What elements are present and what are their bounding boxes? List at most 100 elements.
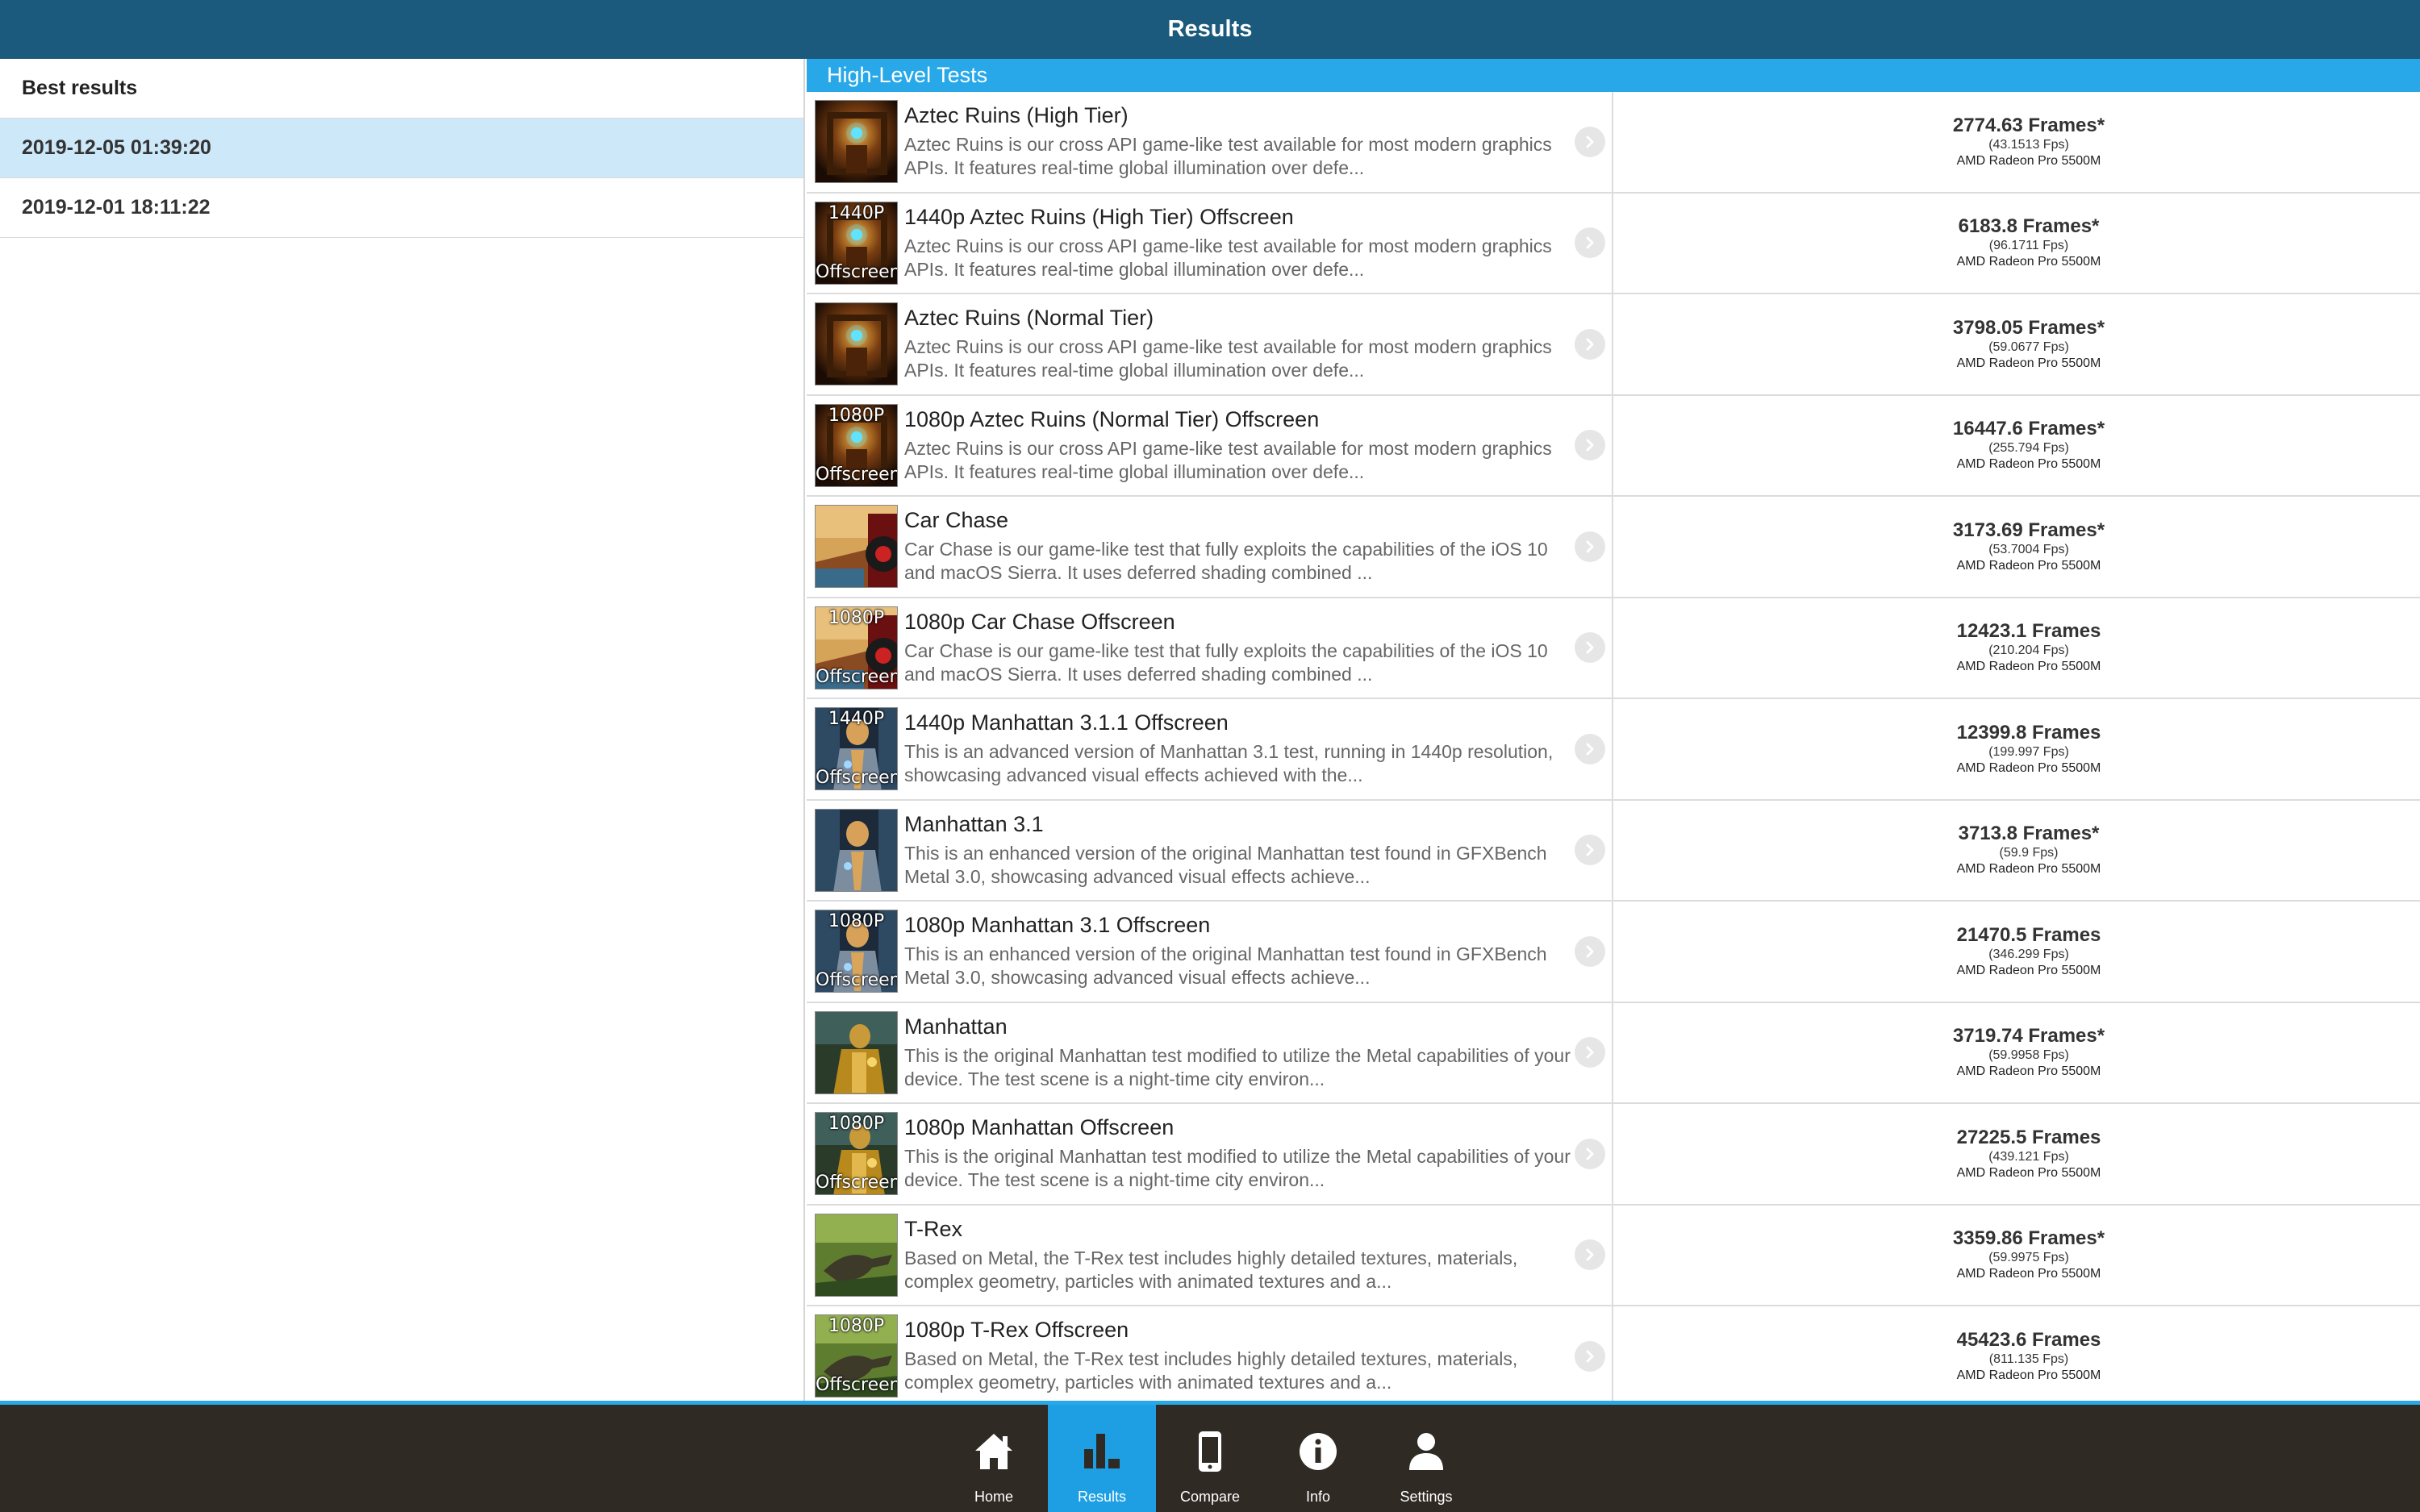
test-title: 1440p Manhattan 3.1.1 Offscreen (904, 710, 1229, 735)
test-row[interactable]: 1440P Offscreen 1440p Manhattan 3.1.1 Offs… (807, 699, 2420, 801)
chevron-right-icon[interactable] (1575, 430, 1605, 461)
offscreen-badge: Offscreen (816, 1375, 898, 1396)
fps-value: (59.9 Fps) (1999, 846, 2059, 860)
test-thumbnail: 1080P Offscreen (815, 403, 898, 487)
test-text: Aztec Ruins (High Tier) Aztec Ruins is ou… (904, 103, 1574, 180)
fps-value: (96.1711 Fps) (1988, 239, 2069, 253)
test-row[interactable]: Aztec Ruins (Normal Tier) Aztec Ruins is … (807, 294, 2420, 396)
test-description: This is an enhanced version of the origi… (904, 943, 1547, 989)
score-value: 3798.05 Frames* (1952, 316, 2105, 339)
chevron-right-icon[interactable] (1575, 531, 1605, 562)
test-info-cell: 1440P Offscreen 1440p Manhattan 3.1.1 Offs… (807, 699, 1613, 799)
score-value: 12423.1 Frames (1956, 620, 2101, 643)
test-info-cell: 1080P Offscreen 1080p Aztec Ruins (Normal … (807, 395, 1613, 495)
test-thumbnail (815, 505, 898, 589)
offscreen-badge: Offscreen (816, 1173, 898, 1193)
chevron-right-icon[interactable] (1575, 1340, 1605, 1372)
chevron-right-icon[interactable] (1575, 1138, 1605, 1169)
test-row[interactable]: Manhattan 3.1 This is an enhanced version… (807, 800, 2420, 902)
chevron-right-icon[interactable] (1575, 632, 1605, 664)
gpu-name: AMD Radeon Pro 5500M (1956, 153, 2101, 168)
gpu-name: AMD Radeon Pro 5500M (1956, 255, 2101, 269)
sidebar-item-result[interactable]: 2019-12-01 18:11:22 (0, 178, 803, 238)
score-value: 27225.5 Frames (1956, 1126, 2101, 1148)
resolution-badge: 1080P (828, 1114, 885, 1135)
score-value: 45423.6 Frames (1956, 1328, 2101, 1351)
test-row[interactable]: 1080P Offscreen 1080p Car Chase Offscreen C… (807, 598, 2420, 699)
test-row[interactable]: 1080P Offscreen 1080p Aztec Ruins (Normal … (807, 395, 2420, 497)
score-value: 3713.8 Frames* (1958, 823, 2100, 845)
tab-settings[interactable]: Settings (1372, 1405, 1480, 1512)
test-text: Manhattan 3.1 This is an enhanced version… (904, 812, 1574, 889)
test-description: Aztec Ruins is our cross API game-like t… (904, 336, 1552, 381)
test-result-cell: 12399.8 Frames (199.997 Fps) AMD Radeon Pr… (1613, 699, 2420, 799)
test-row[interactable]: 1080P Offscreen 1080p Manhattan Offscreen T… (807, 1104, 2420, 1206)
test-row[interactable]: 1440P Offscreen 1440p Aztec Ruins (High Ti… (807, 193, 2420, 294)
test-title: Aztec Ruins (Normal Tier) (904, 306, 1154, 331)
test-row[interactable]: T-Rex Based on Metal, the T-Rex test incl… (807, 1205, 2420, 1306)
test-result-cell: 45423.6 Frames (811.135 Fps) AMD Radeon Pr… (1613, 1306, 2420, 1401)
chevron-right-icon[interactable] (1575, 835, 1605, 866)
section-header: High-Level Tests (807, 59, 2420, 92)
sidebar-item-result[interactable]: 2019-12-05 01:39:20 (0, 119, 803, 178)
resolution-badge: 1080P (828, 405, 885, 426)
test-info-cell: 1080P Offscreen 1080p Manhattan 3.1 Offscr… (807, 902, 1613, 1002)
test-title: 1080p Manhattan 3.1 Offscreen (904, 913, 1211, 938)
score-value: 3359.86 Frames* (1952, 1227, 2105, 1250)
chevron-right-icon[interactable] (1575, 1037, 1605, 1068)
page-title: Results (1167, 16, 1253, 42)
test-thumbnail: 1440P Offscreen (815, 707, 898, 791)
test-result-cell: 3713.8 Frames* (59.9 Fps) AMD Radeon Pro 5… (1613, 801, 2420, 901)
test-description: This is the original Manhattan test modi… (904, 1044, 1571, 1089)
test-result-cell: 16447.6 Frames* (255.794 Fps) AMD Radeon P… (1613, 396, 2420, 496)
test-row[interactable]: 1080P Offscreen 1080p T-Rex Offscreen Based… (807, 1306, 2420, 1401)
chevron-right-icon[interactable] (1575, 935, 1605, 967)
test-text: T-Rex Based on Metal, the T-Rex test incl… (904, 1217, 1574, 1293)
test-result-cell: 2774.63 Frames* (43.1513 Fps) AMD Radeon P… (1613, 92, 2420, 192)
resolution-badge: 1080P (828, 1316, 885, 1337)
test-thumbnail: 1080P Offscreen (815, 606, 898, 689)
fps-value: (43.1513 Fps) (1988, 137, 2069, 152)
test-thumbnail: 1080P Offscreen (815, 1112, 898, 1196)
test-row[interactable]: 1080P Offscreen 1080p Manhattan 3.1 Offscr… (807, 902, 2420, 1003)
test-title: Aztec Ruins (High Tier) (904, 103, 1129, 128)
tab-bar: Home Results Compare Info Settings (0, 1405, 2420, 1512)
test-description: Car Chase is our game-like test that ful… (904, 539, 1548, 584)
tab-label: Settings (1400, 1489, 1453, 1505)
gpu-name: AMD Radeon Pro 5500M (1956, 1165, 2101, 1180)
test-description: This is an enhanced version of the origi… (904, 842, 1547, 887)
chevron-right-icon[interactable] (1575, 227, 1605, 259)
test-description: This is the original Manhattan test modi… (904, 1146, 1571, 1191)
test-thumbnail (815, 1213, 898, 1297)
gpu-name: AMD Radeon Pro 5500M (1956, 1267, 2101, 1281)
resolution-badge: 1080P (828, 911, 885, 932)
fps-value: (439.121 Fps) (1988, 1149, 2069, 1164)
test-description: This is an advanced version of Manhattan… (904, 741, 1554, 786)
tab-info[interactable]: Info (1264, 1405, 1372, 1512)
test-description: Aztec Ruins is our cross API game-like t… (904, 134, 1552, 179)
score-value: 12399.8 Frames (1956, 721, 2101, 744)
tab-home[interactable]: Home (940, 1405, 1048, 1512)
test-text: 1080p Manhattan 3.1 Offscreen This is an … (904, 913, 1574, 989)
test-row[interactable]: Car Chase Car Chase is our game-like test… (807, 497, 2420, 598)
chevron-right-icon[interactable] (1575, 328, 1605, 360)
results-panel: High-Level Tests Aztec Ruins (High Tier)… (807, 59, 2420, 1401)
test-result-cell: 3173.69 Frames* (53.7004 Fps) AMD Radeon P… (1613, 497, 2420, 597)
tab-compare[interactable]: Compare (1156, 1405, 1264, 1512)
section-title: High-Level Tests (827, 63, 988, 87)
test-text: Aztec Ruins (Normal Tier) Aztec Ruins is … (904, 306, 1574, 382)
test-thumbnail (815, 302, 898, 386)
chevron-right-icon[interactable] (1575, 1239, 1605, 1271)
chevron-right-icon[interactable] (1575, 733, 1605, 764)
test-description: Based on Metal, the T-Rex test includes … (904, 1247, 1518, 1292)
chevron-right-icon[interactable] (1575, 126, 1605, 157)
test-result-cell: 27225.5 Frames (439.121 Fps) AMD Radeon Pr… (1613, 1104, 2420, 1204)
tab-results[interactable]: Results (1048, 1405, 1156, 1512)
test-title: 1080p Manhattan Offscreen (904, 1115, 1175, 1140)
sidebar: Best results 2019-12-05 01:39:20 2019-12… (0, 59, 805, 1401)
test-title: 1080p Car Chase Offscreen (904, 609, 1175, 634)
test-row[interactable]: Manhattan This is the original Manhattan … (807, 1002, 2420, 1104)
score-value: 3719.74 Frames* (1952, 1025, 2105, 1048)
test-title: 1080p T-Rex Offscreen (904, 1318, 1129, 1343)
test-row[interactable]: Aztec Ruins (High Tier) Aztec Ruins is ou… (807, 92, 2420, 194)
